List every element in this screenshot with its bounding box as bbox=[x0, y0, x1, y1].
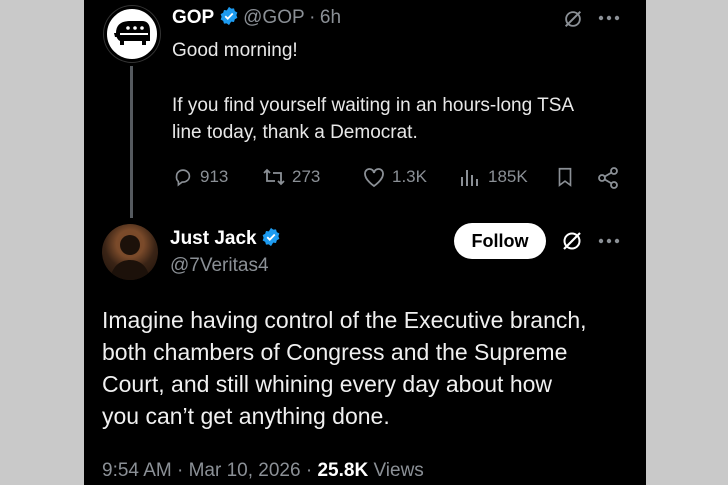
verified-badge-icon bbox=[220, 6, 238, 26]
tweet-time[interactable]: 6h bbox=[320, 7, 341, 28]
gop-elephant-logo bbox=[114, 21, 150, 45]
header-separator: · bbox=[309, 7, 316, 28]
repost-count: 273 bbox=[292, 167, 321, 186]
post-time[interactable]: 9:54 AM bbox=[102, 460, 172, 481]
thread-line bbox=[130, 66, 133, 218]
views-icon bbox=[461, 170, 478, 186]
like-button[interactable]: 1.3K bbox=[362, 166, 427, 188]
views-count: 185K bbox=[488, 167, 528, 186]
views-button[interactable]: 185K bbox=[458, 166, 528, 188]
follow-button[interactable]: Follow bbox=[454, 223, 546, 259]
parent-header: GOP @GOP · 6h bbox=[172, 6, 341, 29]
reply-text-line-3: Court, and still whining every day about… bbox=[102, 371, 553, 397]
repost-button[interactable]: 273 bbox=[262, 166, 320, 188]
person-silhouette-icon bbox=[110, 235, 150, 280]
views-count: 25.8K bbox=[317, 460, 369, 481]
reply-icon bbox=[175, 169, 191, 187]
like-count: 1.3K bbox=[392, 167, 427, 186]
more-icon[interactable] bbox=[598, 238, 620, 244]
reply-header: Just Jack bbox=[170, 227, 281, 250]
reply-author-name[interactable]: Just Jack bbox=[170, 228, 257, 249]
author-handle[interactable]: @GOP bbox=[243, 7, 305, 28]
tweet-meta: 9:54 AM · Mar 10, 2026 · 25.8K Views bbox=[102, 460, 424, 482]
tweet-text-line-1: Good morning! bbox=[172, 40, 298, 61]
post-date[interactable]: Mar 10, 2026 bbox=[189, 460, 301, 481]
reply-text-line-1: Imagine having control of the Executive … bbox=[102, 307, 587, 333]
views-label: Views bbox=[373, 460, 424, 481]
author-name[interactable]: GOP bbox=[172, 7, 214, 28]
meta-separator: · bbox=[177, 460, 184, 481]
like-icon bbox=[364, 168, 384, 188]
more-icon[interactable] bbox=[598, 15, 620, 21]
repost-icon bbox=[263, 168, 285, 186]
tweet-text-line-3: line today, thank a Democrat. bbox=[172, 122, 418, 143]
grok-icon[interactable] bbox=[562, 8, 584, 30]
verified-badge-icon bbox=[262, 227, 280, 247]
meta-separator: · bbox=[305, 460, 313, 481]
reply-text-line-2: both chambers of Congress and the Suprem… bbox=[102, 339, 568, 365]
reply-count: 913 bbox=[200, 167, 229, 186]
reply-author-handle[interactable]: @7Veritas4 bbox=[170, 255, 269, 277]
bookmark-icon[interactable] bbox=[554, 166, 576, 188]
gop-avatar[interactable] bbox=[104, 6, 160, 62]
grok-icon[interactable] bbox=[560, 229, 584, 253]
tweet-text-line-2: If you find yourself waiting in an hours… bbox=[172, 95, 575, 116]
reply-button[interactable]: 913 bbox=[172, 166, 228, 188]
reply-text-line-4: you can’t get anything done. bbox=[102, 403, 390, 429]
tweet-thread: GOP @GOP · 6h Good morning! If you find … bbox=[84, 0, 646, 485]
share-icon[interactable] bbox=[596, 166, 620, 190]
just-jack-avatar[interactable] bbox=[102, 224, 158, 280]
